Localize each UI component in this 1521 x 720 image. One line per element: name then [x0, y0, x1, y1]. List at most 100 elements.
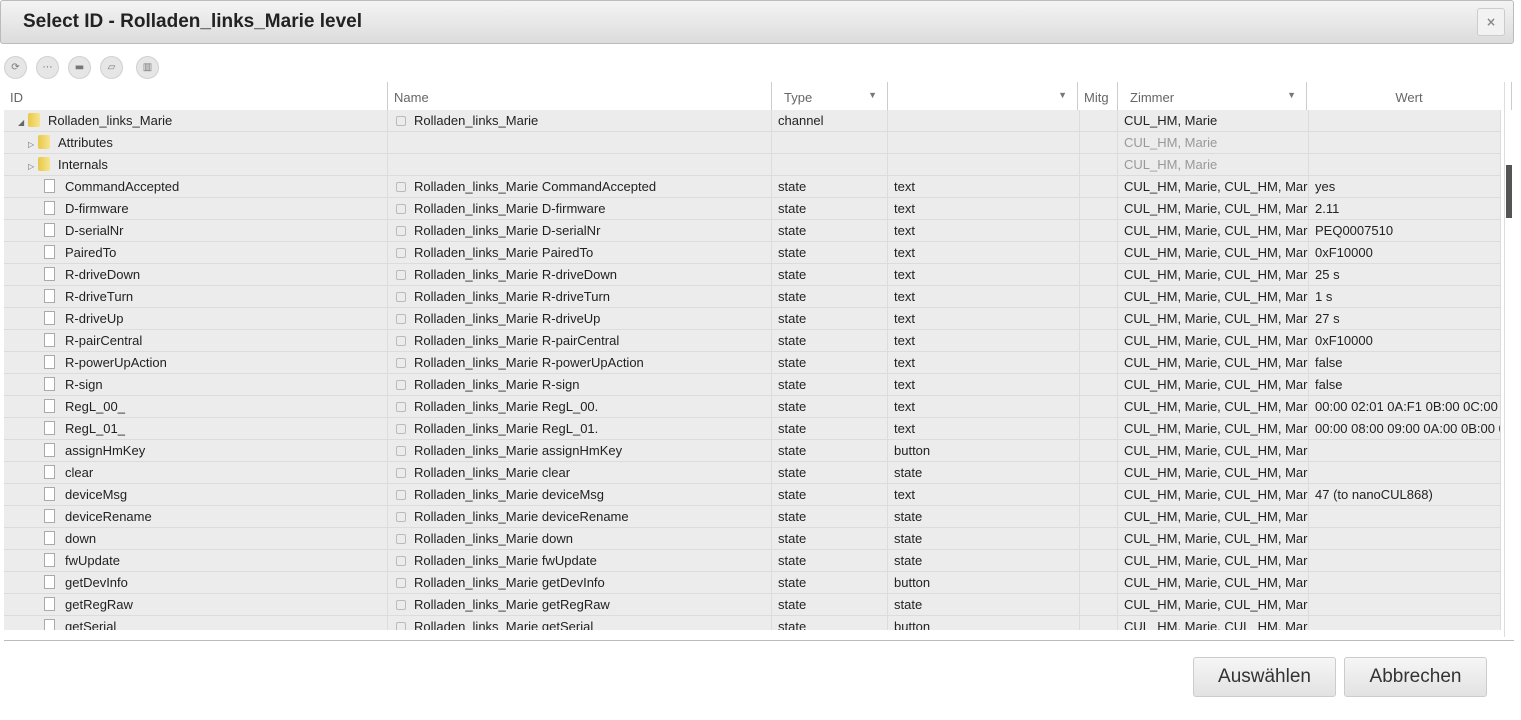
cell-type: state: [772, 462, 888, 484]
name-text: Rolladen_links_Marie down: [414, 531, 573, 546]
scrollbar-thumb[interactable]: [1506, 165, 1512, 218]
cell-role: text: [888, 242, 1080, 264]
folder-open-icon[interactable]: ▱: [100, 56, 123, 79]
table-row[interactable]: CommandAccepted Rolladen_links_Marie Comm…: [4, 176, 1501, 198]
table-row[interactable]: R-driveDown Rolladen_links_Marie R-driveD…: [4, 264, 1501, 286]
table-row[interactable]: assignHmKey Rolladen_links_Marie assignHm…: [4, 440, 1501, 462]
cell-zimmer: CUL_HM, Marie, CUL_HM, Marie: [1118, 418, 1309, 440]
zimmer-text: CUL_HM, Marie, CUL_HM, Marie: [1124, 179, 1309, 194]
file-icon: [44, 487, 55, 501]
cell-role: [888, 132, 1080, 154]
table-row[interactable]: ◢ Rolladen_links_Marie Rolladen_links_Mari…: [4, 110, 1501, 132]
column-id[interactable]: ID: [4, 82, 388, 110]
cell-wert: [1309, 462, 1501, 484]
expand-icon[interactable]: ▷: [28, 134, 38, 154]
close-icon[interactable]: ×: [1477, 8, 1505, 36]
cell-type: state: [772, 484, 888, 506]
table-row[interactable]: D-serialNr Rolladen_links_Marie D-serialN…: [4, 220, 1501, 242]
type-text: state: [778, 509, 807, 524]
table-row[interactable]: R-driveUp Rolladen_links_Marie R-driveUp s…: [4, 308, 1501, 330]
state-icon: [396, 292, 406, 302]
filter-dropdown-icon[interactable]: ▼: [1287, 90, 1296, 100]
cell-type: state: [772, 528, 888, 550]
columns-icon[interactable]: ▥: [136, 56, 159, 79]
table-row[interactable]: getRegRaw Rolladen_links_Marie getRegRaw s…: [4, 594, 1501, 616]
name-text: Rolladen_links_Marie R-driveDown: [414, 267, 618, 282]
column-name[interactable]: Name: [388, 82, 772, 110]
table-row[interactable]: fwUpdate Rolladen_links_Marie fwUpdate sta…: [4, 550, 1501, 572]
table-row[interactable]: D-firmware Rolladen_links_Marie D-firmwar…: [4, 198, 1501, 220]
type-text: state: [778, 311, 807, 326]
column-wert-label: Wert: [1395, 90, 1423, 105]
folder-closed-icon[interactable]: ▬: [68, 56, 91, 79]
id-text: D-firmware: [65, 201, 129, 216]
zimmer-text: CUL_HM, Marie, CUL_HM, Marie: [1124, 267, 1309, 282]
column-mitg[interactable]: Mitg: [1078, 82, 1118, 110]
name-text: Rolladen_links_Marie fwUpdate: [414, 553, 597, 568]
cell-id: R-driveUp: [4, 308, 388, 330]
wert-text: false: [1315, 377, 1343, 392]
role-text: text: [894, 311, 915, 326]
cell-type: [772, 132, 888, 154]
cell-zimmer: CUL_HM, Marie, CUL_HM, Marie: [1118, 462, 1309, 484]
column-role[interactable]: ▼: [888, 82, 1078, 110]
type-text: state: [778, 333, 807, 348]
wert-text: 2.11: [1315, 201, 1340, 216]
table-row[interactable]: RegL_01_ Rolladen_links_Marie RegL_01. sta…: [4, 418, 1501, 440]
cell-zimmer: CUL_HM, Marie, CUL_HM, Marie: [1118, 484, 1309, 506]
table-row[interactable]: ▷ Internals CUL_HM, Marie: [4, 154, 1501, 176]
table-row[interactable]: getSerial Rolladen_links_Marie getSerial s…: [4, 616, 1501, 630]
select-button[interactable]: Auswählen: [1193, 657, 1336, 697]
table-row[interactable]: getDevInfo Rolladen_links_Marie getDevInf…: [4, 572, 1501, 594]
cell-wert: [1309, 132, 1501, 154]
role-text: text: [894, 223, 915, 238]
state-icon: [396, 336, 406, 346]
cell-id: down: [4, 528, 388, 550]
column-type[interactable]: Type ▼: [772, 82, 888, 110]
id-text: D-serialNr: [65, 223, 124, 238]
cell-zimmer: CUL_HM, Marie, CUL_HM, Marie: [1118, 308, 1309, 330]
table-row[interactable]: R-driveTurn Rolladen_links_Marie R-driveT…: [4, 286, 1501, 308]
role-text: button: [894, 619, 931, 630]
expanded-icon[interactable]: ◢: [18, 112, 28, 132]
cell-role: text: [888, 264, 1080, 286]
file-icon: [44, 399, 55, 413]
vertical-scrollbar[interactable]: [1504, 82, 1514, 637]
table-row[interactable]: ▷ Attributes CUL_HM, Marie: [4, 132, 1501, 154]
cancel-button[interactable]: Abbrechen: [1344, 657, 1487, 697]
table-row[interactable]: R-powerUpAction Rolladen_links_Marie R-po…: [4, 352, 1501, 374]
cell-name: Rolladen_links_Marie PairedTo: [388, 242, 772, 264]
table-row[interactable]: deviceRename Rolladen_links_Marie deviceR…: [4, 506, 1501, 528]
cell-id: D-firmware: [4, 198, 388, 220]
wert-text: 00:00 02:01 0A:F1 0B:00 0C:00 15: [1315, 399, 1501, 414]
table-row[interactable]: R-sign Rolladen_links_Marie R-sign state te…: [4, 374, 1501, 396]
type-text: state: [778, 245, 807, 260]
filter-dropdown-icon[interactable]: ▼: [1058, 90, 1067, 100]
cell-name: Rolladen_links_Marie getRegRaw: [388, 594, 772, 616]
filter-dropdown-icon[interactable]: ▼: [868, 90, 877, 100]
table-row[interactable]: PairedTo Rolladen_links_Marie PairedTo sta…: [4, 242, 1501, 264]
refresh-icon[interactable]: ⟳: [4, 56, 27, 79]
zimmer-text: CUL_HM, Marie, CUL_HM, Marie: [1124, 245, 1309, 260]
cell-zimmer: CUL_HM, Marie, CUL_HM, Marie: [1118, 242, 1309, 264]
type-text: state: [778, 465, 807, 480]
table-row[interactable]: clear Rolladen_links_Marie clear state stat…: [4, 462, 1501, 484]
cell-role: state: [888, 528, 1080, 550]
wert-text: false: [1315, 355, 1343, 370]
collapse-icon[interactable]: ⋯: [36, 56, 59, 79]
file-icon: [44, 465, 55, 479]
id-text: RegL_00_: [65, 399, 125, 414]
table-row[interactable]: RegL_00_ Rolladen_links_Marie RegL_00. sta…: [4, 396, 1501, 418]
column-wert[interactable]: Wert: [1307, 82, 1512, 110]
cell-role: [888, 110, 1080, 132]
column-zimmer[interactable]: Zimmer ▼: [1118, 82, 1307, 110]
expand-icon[interactable]: ▷: [28, 156, 38, 176]
table-row[interactable]: deviceMsg Rolladen_links_Marie deviceMsg s…: [4, 484, 1501, 506]
zimmer-text: CUL_HM, Marie: [1124, 135, 1218, 150]
table-row[interactable]: down Rolladen_links_Marie down state state C…: [4, 528, 1501, 550]
cell-role: button: [888, 440, 1080, 462]
cell-mitg: [1080, 286, 1118, 308]
cell-wert: [1309, 594, 1501, 616]
cell-mitg: [1080, 264, 1118, 286]
table-row[interactable]: R-pairCentral Rolladen_links_Marie R-pair…: [4, 330, 1501, 352]
